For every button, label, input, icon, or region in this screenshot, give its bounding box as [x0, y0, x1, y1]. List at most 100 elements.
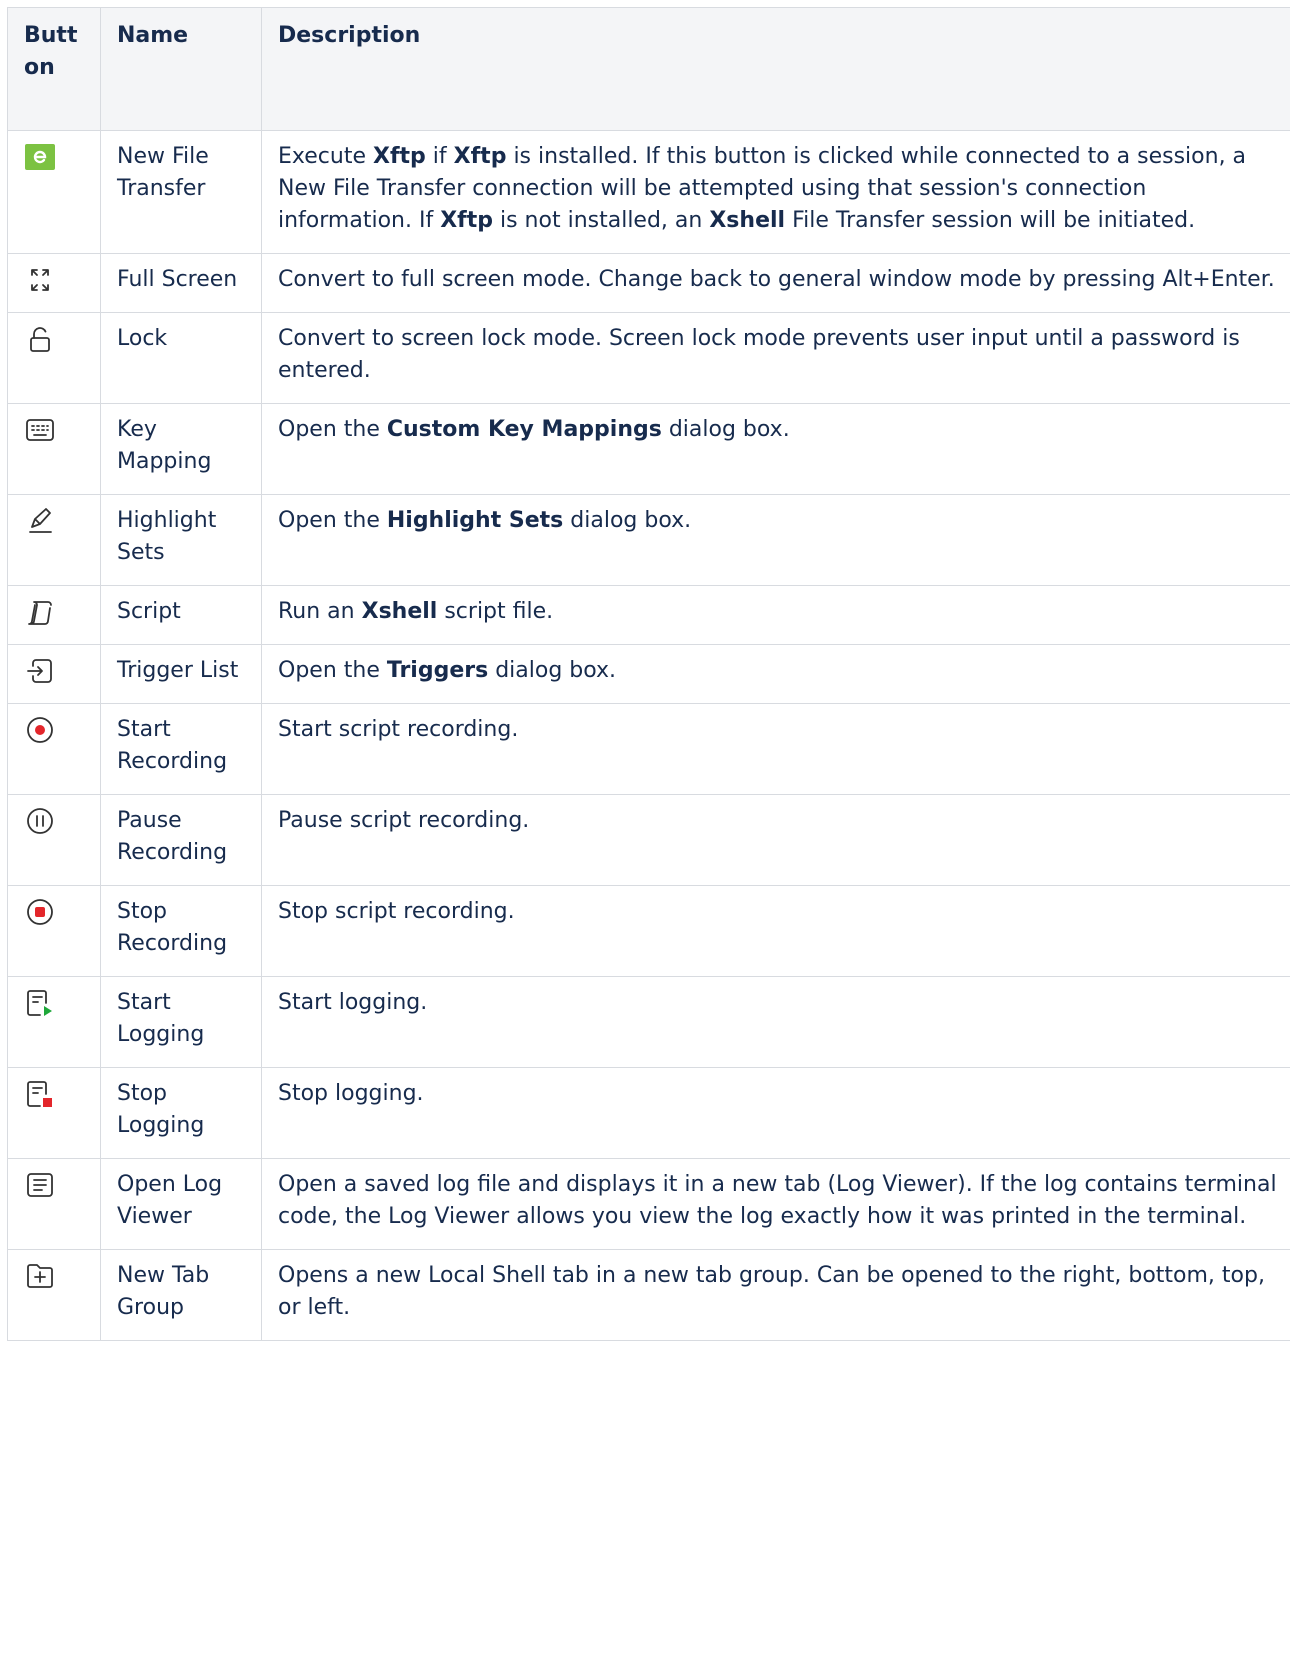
header-button: Button [7, 7, 101, 131]
desc-text: script file. [437, 599, 554, 624]
button-description: Stop script recording. [261, 885, 1290, 977]
button-description: Open the Highlight Sets dialog box. [261, 494, 1290, 586]
desc-text: dialog box. [661, 417, 790, 442]
stop-logging-icon [24, 1078, 84, 1110]
bold-term: Xshell [361, 599, 438, 624]
button-name: Highlight Sets [100, 494, 262, 586]
bold-term: Xftp [440, 208, 493, 233]
trigger-list-icon [24, 655, 84, 687]
button-name: Start Logging [100, 976, 262, 1068]
desc-text: dialog box. [488, 658, 617, 683]
table-row: Key Mapping Open the Custom Key Mappings … [7, 403, 1290, 495]
button-description: Opens a new Local Shell tab in a new tab… [261, 1249, 1290, 1341]
button-icon-cell [7, 1067, 101, 1159]
table-row: New File Transfer Execute Xftp if Xftp is… [7, 130, 1290, 254]
table-row: Open Log Viewer Open a saved log file and… [7, 1158, 1290, 1250]
table-row: Lock Convert to screen lock mode. Screen … [7, 312, 1290, 404]
button-description: Start logging. [261, 976, 1290, 1068]
button-icon-cell [7, 703, 101, 795]
desc-text: Open a saved log file and displays it in… [278, 1172, 1277, 1229]
bold-term: Xftp [372, 144, 426, 169]
header-name: Name [100, 7, 262, 131]
button-icon-cell [7, 585, 101, 645]
table-row: Start Recording Start script recording. [7, 703, 1290, 795]
button-name: Lock [100, 312, 262, 404]
desc-text: dialog box. [563, 508, 692, 533]
toolbar-buttons-table: Button Name Description New File Transfe… [7, 7, 1290, 1341]
full-screen-icon [24, 264, 84, 296]
button-name: Start Recording [100, 703, 262, 795]
button-name: Stop Logging [100, 1067, 262, 1159]
desc-text: Convert to full screen mode. Change back… [278, 267, 1275, 292]
bold-term: Triggers [386, 658, 489, 683]
button-icon-cell [7, 885, 101, 977]
table-row: Full Screen Convert to full screen mode. … [7, 253, 1290, 313]
script-scroll-icon [24, 596, 84, 628]
table-row: Pause Recording Pause script recording. [7, 794, 1290, 886]
start-logging-icon [24, 987, 84, 1019]
button-name: Full Screen [100, 253, 262, 313]
button-name: Script [100, 585, 262, 645]
table-row: Highlight Sets Open the Highlight Sets di… [7, 494, 1290, 586]
highlight-pen-icon [24, 505, 84, 537]
button-description: Stop logging. [261, 1067, 1290, 1159]
button-name: Open Log Viewer [100, 1158, 262, 1250]
table-row: Start Logging Start logging. [7, 976, 1290, 1068]
keyboard-icon [24, 414, 84, 446]
button-description: Open the Triggers dialog box. [261, 644, 1290, 704]
button-description: Start script recording. [261, 703, 1290, 795]
button-description: Convert to screen lock mode. Screen lock… [261, 312, 1290, 404]
new-file-transfer-icon [24, 141, 84, 173]
button-description: Convert to full screen mode. Change back… [261, 253, 1290, 313]
stop-recording-icon [24, 896, 84, 928]
desc-text: Start logging. [278, 990, 428, 1015]
button-icon-cell [7, 976, 101, 1068]
desc-text: Open the [278, 417, 387, 442]
button-name: Trigger List [100, 644, 262, 704]
desc-text: Stop logging. [278, 1081, 424, 1106]
table-row: New Tab Group Opens a new Local Shell tab… [7, 1249, 1290, 1341]
button-name: Stop Recording [100, 885, 262, 977]
lock-icon [24, 323, 84, 355]
desc-text: Execute [278, 144, 373, 169]
button-icon-cell [7, 1158, 101, 1250]
button-description: Run an Xshell script file. [261, 585, 1290, 645]
bold-term: Xftp [453, 144, 507, 169]
new-tab-group-icon [24, 1260, 84, 1292]
button-icon-cell [7, 312, 101, 404]
table-header-row: Button Name Description [7, 7, 1290, 131]
open-log-viewer-icon [24, 1169, 84, 1201]
desc-text: Stop script recording. [278, 899, 515, 924]
desc-text: Convert to screen lock mode. Screen lock… [278, 326, 1240, 383]
desc-text: Opens a new Local Shell tab in a new tab… [278, 1263, 1265, 1320]
button-name: New Tab Group [100, 1249, 262, 1341]
desc-text: is not installed, an [493, 208, 710, 233]
bold-term: Highlight Sets [386, 508, 564, 533]
table-body: New File Transfer Execute Xftp if Xftp is… [7, 130, 1290, 1341]
button-description: Execute Xftp if Xftp is installed. If th… [261, 130, 1290, 254]
button-icon-cell [7, 644, 101, 704]
desc-text: Open the [278, 658, 387, 683]
button-name: Pause Recording [100, 794, 262, 886]
button-icon-cell [7, 403, 101, 495]
bold-term: Custom Key Mappings [386, 417, 662, 442]
start-recording-icon [24, 714, 84, 746]
desc-text: Run an [278, 599, 362, 624]
button-icon-cell [7, 494, 101, 586]
pause-recording-icon [24, 805, 84, 837]
desc-text: if [425, 144, 454, 169]
table-row: Stop Recording Stop script recording. [7, 885, 1290, 977]
button-icon-cell [7, 794, 101, 886]
desc-text: Pause script recording. [278, 808, 530, 833]
table-row: Script Run an Xshell script file. [7, 585, 1290, 645]
button-icon-cell [7, 253, 101, 313]
button-description: Open the Custom Key Mappings dialog box. [261, 403, 1290, 495]
button-description: Pause script recording. [261, 794, 1290, 886]
desc-text: File Transfer session will be initiated. [785, 208, 1196, 233]
button-icon-cell [7, 130, 101, 254]
header-description: Description [261, 7, 1290, 131]
button-icon-cell [7, 1249, 101, 1341]
table-row: Trigger List Open the Triggers dialog box… [7, 644, 1290, 704]
button-name: Key Mapping [100, 403, 262, 495]
desc-text: Start script recording. [278, 717, 519, 742]
